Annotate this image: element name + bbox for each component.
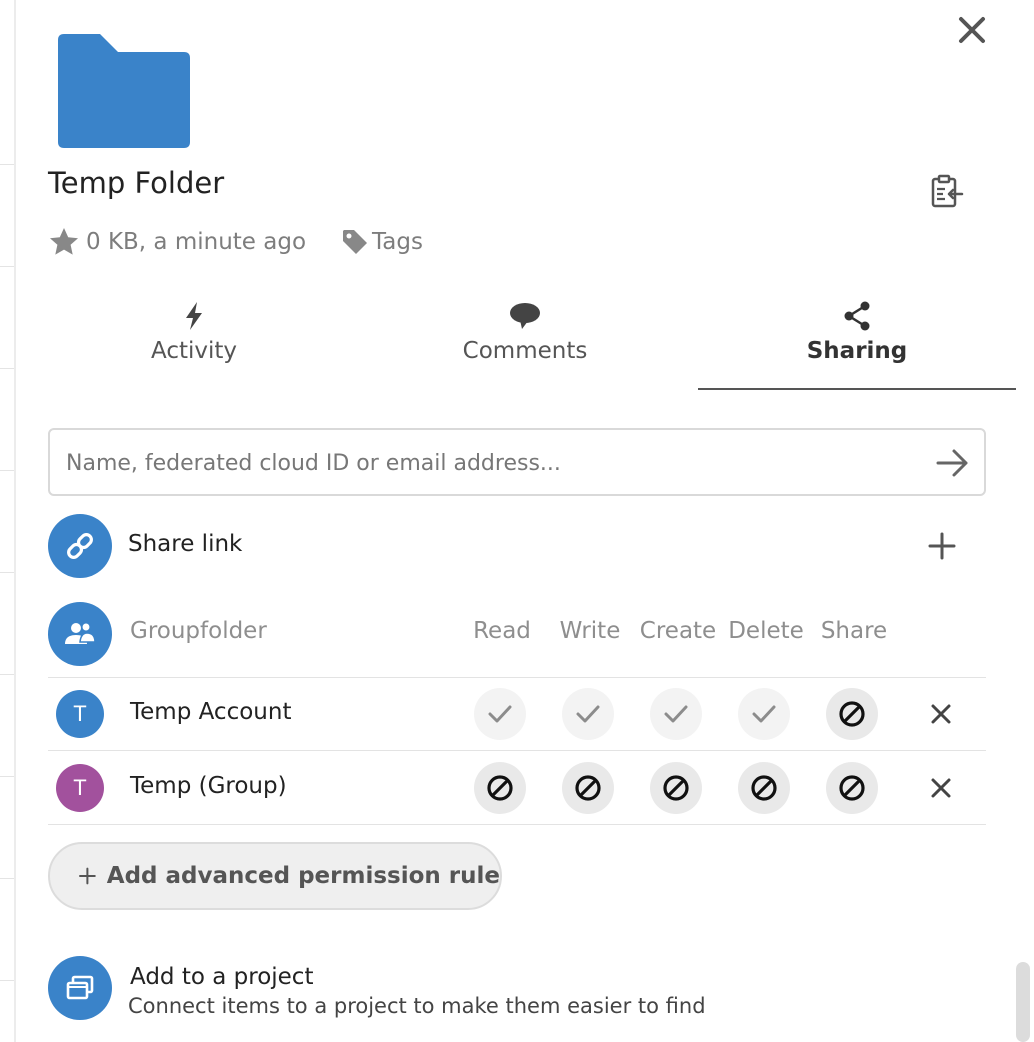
list-divider	[0, 470, 14, 471]
permission-toggle-write[interactable]	[562, 762, 614, 814]
permission-toggle-write[interactable]	[562, 688, 614, 740]
project-windows-icon	[66, 975, 94, 1000]
tab-comments-label: Comments	[462, 338, 588, 364]
share-input-wrapper	[48, 428, 986, 496]
column-header-read: Read	[473, 618, 531, 644]
remove-rule-close-icon[interactable]	[926, 773, 956, 803]
rule-row-name: Temp Account	[130, 699, 292, 725]
column-header-share: Share	[820, 618, 888, 644]
remove-rule-close-icon[interactable]	[926, 699, 956, 729]
table-divider	[48, 677, 986, 678]
permission-toggle-read[interactable]	[474, 688, 526, 740]
star-icon[interactable]	[48, 226, 80, 258]
add-rule-label: Add advanced permission rule	[106, 863, 500, 889]
add-advanced-permission-rule-button[interactable]: Add advanced permission rule	[48, 842, 502, 910]
lightning-icon	[186, 302, 202, 330]
arrow-right-icon[interactable]	[934, 444, 972, 482]
file-title: Temp Folder	[48, 166, 225, 200]
close-icon[interactable]	[952, 10, 992, 50]
tab-comments[interactable]: Comments	[430, 300, 620, 390]
permission-toggle-share[interactable]	[826, 688, 878, 740]
table-divider	[48, 824, 986, 825]
file-meta-row: 0 KB, a minute ago Tags	[48, 222, 423, 262]
user-avatar: T	[56, 690, 104, 738]
plus-icon	[79, 867, 96, 885]
table-divider	[48, 750, 986, 751]
add-to-project-avatar[interactable]	[48, 956, 112, 1020]
tab-sharing[interactable]: Sharing	[698, 300, 1016, 390]
copy-internal-link-button[interactable]	[926, 172, 966, 212]
speech-bubble-icon	[510, 303, 540, 329]
rule-row-name: Temp (Group)	[130, 773, 287, 799]
add-to-project-subtitle: Connect items to a project to make them …	[128, 994, 706, 1018]
add-share-link-plus-icon[interactable]	[924, 528, 960, 564]
list-divider	[0, 980, 14, 981]
column-header-create: Create	[639, 618, 717, 644]
tags-button[interactable]: Tags	[340, 227, 423, 257]
prohibited-icon	[751, 775, 777, 801]
add-to-project-title[interactable]: Add to a project	[130, 964, 313, 990]
share-link-avatar[interactable]	[48, 514, 112, 578]
permission-toggle-create[interactable]	[650, 688, 702, 740]
prohibited-icon	[839, 701, 865, 727]
checkmark-icon	[664, 705, 688, 723]
scrollbar-thumb[interactable]	[1016, 962, 1030, 1042]
tags-label: Tags	[372, 229, 423, 255]
prohibited-icon	[487, 775, 513, 801]
groupfolder-label: Groupfolder	[130, 618, 267, 644]
permission-toggle-share[interactable]	[826, 762, 878, 814]
tab-sharing-label: Sharing	[806, 338, 908, 364]
list-divider	[0, 776, 14, 777]
column-header-delete: Delete	[728, 618, 804, 644]
permission-toggle-read[interactable]	[474, 762, 526, 814]
list-divider	[0, 674, 14, 675]
file-size-and-time: 0 KB, a minute ago	[86, 229, 307, 255]
list-divider	[0, 368, 14, 369]
prohibited-icon	[663, 775, 689, 801]
tag-icon	[343, 230, 368, 254]
checkmark-icon	[576, 705, 600, 723]
checkmark-icon	[752, 705, 776, 723]
share-with-input[interactable]	[64, 430, 928, 496]
permission-toggle-delete[interactable]	[738, 762, 790, 814]
tab-activity[interactable]: Activity	[114, 300, 274, 390]
share-icon	[844, 301, 870, 331]
list-divider	[0, 878, 14, 879]
share-link-label[interactable]: Share link	[128, 531, 242, 557]
list-divider	[0, 266, 14, 267]
column-header-write: Write	[559, 618, 621, 644]
folder-icon	[58, 34, 190, 148]
clipboard-icon[interactable]	[926, 172, 966, 212]
permission-toggle-create[interactable]	[650, 762, 702, 814]
checkmark-icon	[488, 705, 512, 723]
list-divider	[0, 164, 14, 165]
background-file-list-edge	[0, 0, 16, 1042]
tab-activity-label: Activity	[150, 338, 237, 364]
group-avatar: T	[56, 764, 104, 812]
group-users-icon	[65, 622, 96, 644]
prohibited-icon	[575, 775, 601, 801]
link-icon	[67, 533, 93, 559]
list-divider	[0, 572, 14, 573]
close-sidebar-button[interactable]	[952, 10, 992, 50]
permission-toggle-delete[interactable]	[738, 688, 790, 740]
prohibited-icon	[839, 775, 865, 801]
groupfolder-avatar	[48, 602, 112, 666]
